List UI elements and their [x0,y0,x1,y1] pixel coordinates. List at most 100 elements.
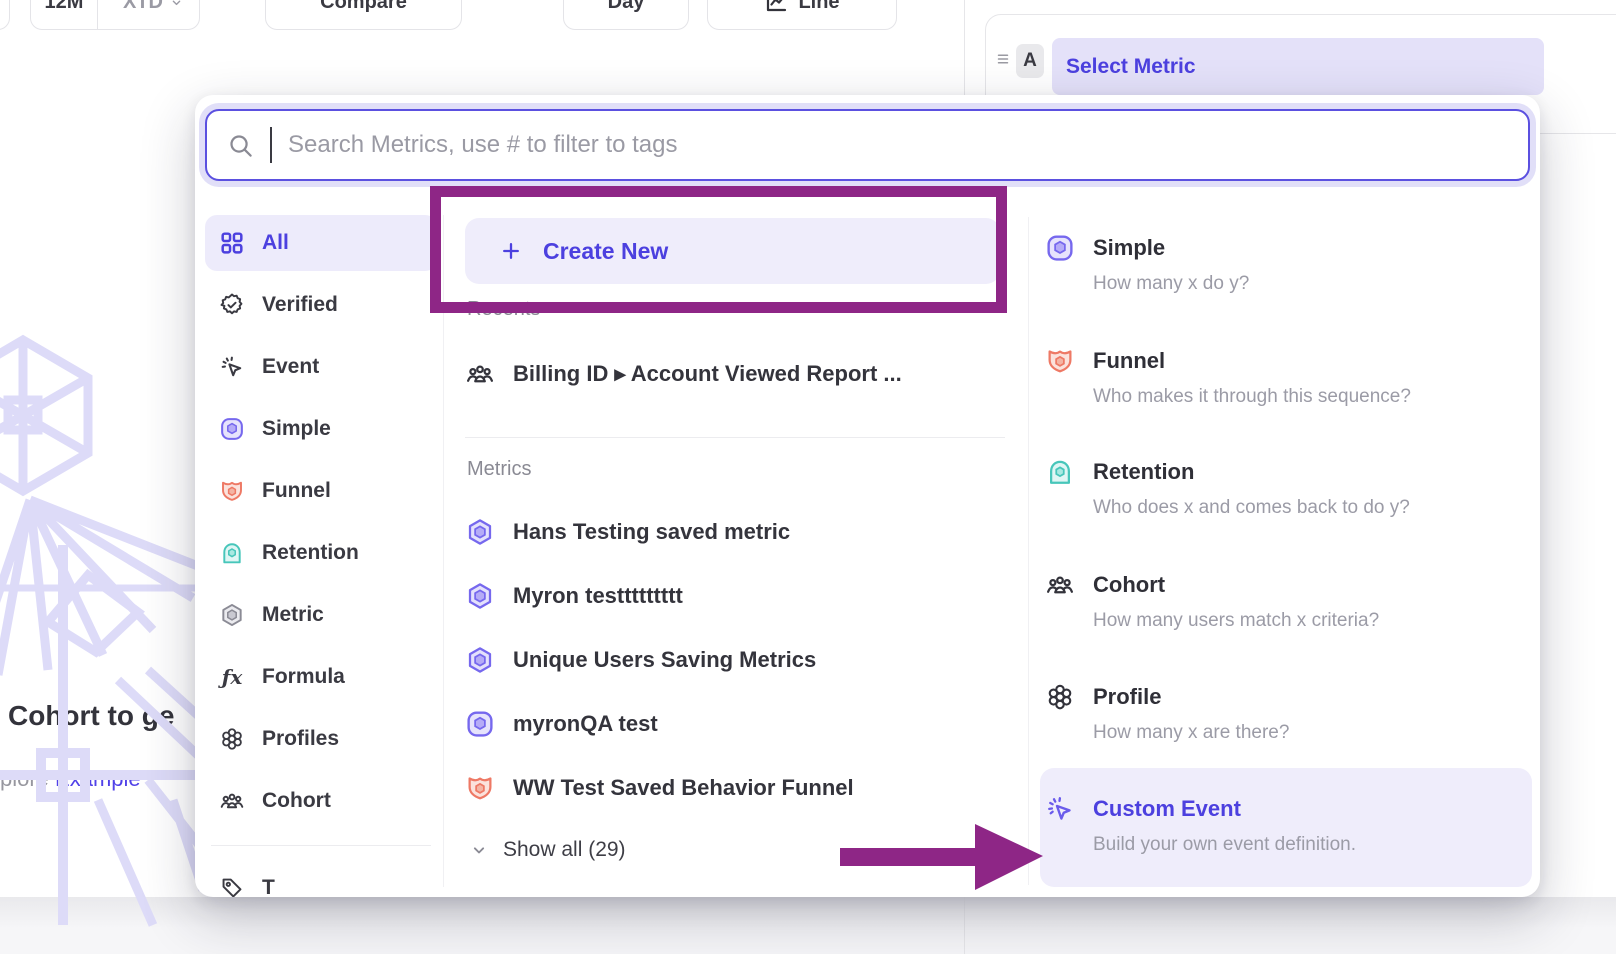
metric-type-desc: How many x are there? [1093,722,1533,744]
list-item-billing-id-account-viewed-report[interactable]: Billing ID ▸ Account Viewed Report ... [465,350,1005,398]
metric-type-desc: Build your own event definition. [1093,834,1533,856]
sidebar-item-simple[interactable]: Simple [205,401,437,457]
funnel-icon [465,773,495,803]
simple-icon [1045,233,1075,263]
list-item-unique-users-saving-metrics[interactable]: Unique Users Saving Metrics [465,636,1005,684]
list-item-ww-test-saved-behavior-funnel[interactable]: WW Test Saved Behavior Funnel [465,764,1005,812]
sidebar-item-formula[interactable]: ƒx Formula [205,649,437,705]
retention-icon [219,540,245,566]
metric-type-desc: Who makes it through this sequence? [1093,386,1533,408]
metric-hex-icon [465,517,495,547]
select-metric-pill[interactable]: Select Metric [1052,38,1544,95]
sidebar-item-funnel[interactable]: Funnel [205,463,437,519]
sidebar-item-label: Metric [262,603,324,627]
metric-type-head: Cohort [1045,568,1533,602]
cohort-icon [1045,570,1075,600]
metric-type-funnel[interactable]: Funnel Who makes it through this sequence… [1045,344,1533,408]
sidebar-bottom-divider [211,845,431,846]
list-item-label: Hans Testing saved metric [513,519,790,545]
sidebar-item-profiles[interactable]: Profiles [205,711,437,767]
metric-type-head: Retention [1045,455,1533,489]
interval-day-button[interactable]: Day [563,0,689,30]
sidebar-item-label: All [262,231,289,255]
metric-type-retention[interactable]: RetentionWho does x and comes back to do… [1045,455,1533,519]
metric-type-title: Profile [1093,684,1161,710]
metric-type-profile[interactable]: Profile How many x are there? [1045,680,1533,744]
columns-divider-line [1028,217,1029,885]
list-item-label: WW Test Saved Behavior Funnel [513,775,854,801]
search-input[interactable] [288,131,1508,159]
list-item-label: Unique Users Saving Metrics [513,647,816,673]
metric-type-simple[interactable]: Simple How many x do y? [1045,231,1533,295]
chart-type-line-label: Line [798,0,839,14]
sidebar-item-label: Simple [262,417,331,441]
profiles-icon [219,726,245,752]
list-item-myronqa-test[interactable]: myronQA test [465,700,1005,748]
metric-type-cohort[interactable]: Cohort How many users match x criteria? [1045,568,1533,632]
simple-icon [219,416,245,442]
verified-icon [219,292,245,318]
sidebar-item-label: Profiles [262,727,339,751]
list-item-myron-testtttttttt[interactable]: Myron testtttttttt [465,572,1005,620]
sidebar-item-label: Formula [262,665,345,689]
metric-category-list: All Verified Event Simple Funnel Retention Met… [205,215,437,897]
chevron-down-icon [169,0,184,10]
annotation-arrow-custom-event [838,818,1048,898]
compare-button[interactable]: Compare [265,0,462,30]
metric-type-desc: How many users match x criteria? [1093,610,1533,632]
custom-event-icon [1045,794,1075,824]
profiles-icon [1045,682,1075,712]
show-all-button[interactable]: Show all (29) [469,831,626,869]
simple-icon [465,709,495,739]
search-icon [227,132,254,159]
text-cursor [270,127,272,163]
sidebar-item-label: Verified [262,293,338,317]
metric-type-custom-event[interactable]: Custom Event Build your own event definit… [1045,792,1533,856]
metric-type-title: Custom Event [1093,796,1241,822]
empty-state-wireframe-graphic [0,330,203,930]
recents-list: Billing ID ▸ Account Viewed Report ... [465,350,1005,414]
metric-type-desc: How many x do y? [1093,273,1533,295]
list-item-label: Billing ID ▸ Account Viewed Report ... [513,361,902,387]
tag-icon [219,875,245,897]
sidebar-item-label: Funnel [262,479,331,503]
funnel-icon [219,478,245,504]
sidebar-item-cohort[interactable]: Cohort [205,773,437,829]
sidebar-item-retention[interactable]: Retention [205,525,437,581]
range-xtd-button[interactable]: XTD [108,0,199,29]
metric-icon [219,602,245,628]
metric-type-head: Custom Event [1045,792,1533,826]
metric-type-head: Funnel [1045,344,1533,378]
sidebar-item-label: Cohort [262,789,331,813]
sidebar-item-t[interactable]: T [205,860,437,897]
sidebar-divider-line [443,215,444,887]
cohort-icon [219,788,245,814]
sidebar-item-verified[interactable]: Verified [205,277,437,333]
metric-type-head: Simple [1045,231,1533,265]
formula-icon: ƒx [219,664,245,690]
sidebar-item-metric[interactable]: Metric [205,587,437,643]
range-12m-label: 12M [45,0,84,14]
line-chart-icon [764,0,788,14]
toolbar-button-partial[interactable] [0,0,10,30]
funnel-icon [1045,346,1075,376]
sidebar-item-label: T [262,876,275,897]
drag-handle-icon[interactable] [994,50,1012,68]
list-item-hans-testing-saved-metric[interactable]: Hans Testing saved metric [465,508,1005,556]
sidebar-item-all[interactable]: All [205,215,437,271]
chevron-down-icon [469,840,489,860]
metric-hex-icon [465,645,495,675]
saved-metrics-list: Hans Testing saved metric Myron testttttt… [465,508,1005,828]
clause-letter-badge: A [1016,44,1044,78]
metric-type-title: Cohort [1093,572,1165,598]
compare-label: Compare [320,0,407,14]
recents-metrics-divider [465,437,1005,438]
sidebar-item-label: Event [262,355,319,379]
metric-type-title: Funnel [1093,348,1165,374]
range-12m-button[interactable]: 12M [31,0,98,29]
chart-type-line-button[interactable]: Line [707,0,897,30]
metric-type-title: Simple [1093,235,1165,261]
date-range-segmented-control: 12M XTD [30,0,200,30]
sidebar-item-event[interactable]: Event [205,339,437,395]
select-metric-label: Select Metric [1066,55,1196,79]
